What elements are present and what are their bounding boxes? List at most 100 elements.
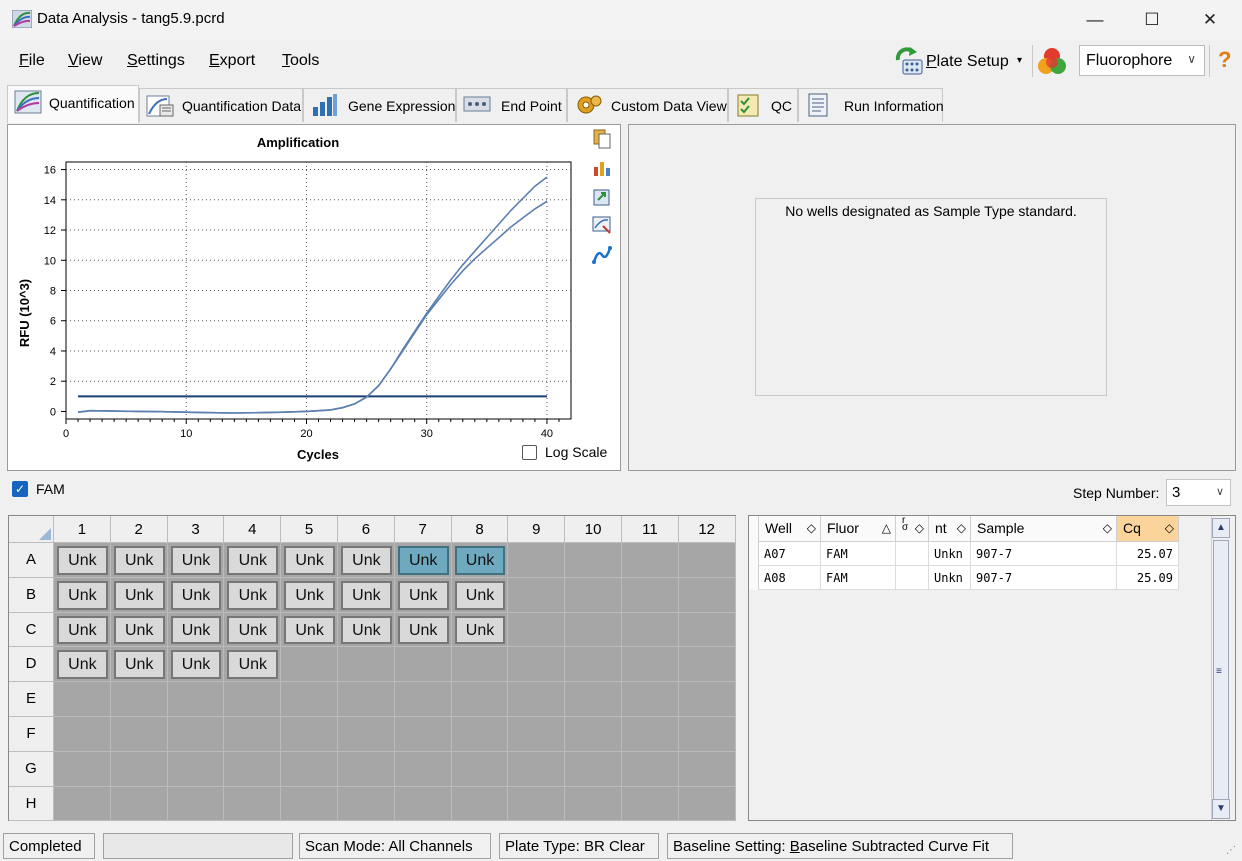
sort-icon[interactable]: ◇ — [807, 521, 816, 535]
plate-column-header[interactable]: 4 — [224, 516, 282, 543]
plate-column-header[interactable]: 11 — [622, 516, 679, 543]
table-cell-cq[interactable]: 25.09 — [1117, 566, 1179, 590]
plate-well[interactable]: Unk — [113, 546, 165, 575]
plate-well[interactable]: Unk — [57, 580, 108, 610]
plate-cell[interactable] — [622, 786, 679, 822]
plate-well[interactable]: Unk — [170, 546, 222, 575]
plate-well[interactable]: Unk — [170, 615, 222, 645]
table-cell-target[interactable] — [896, 566, 929, 590]
export-chart-icon[interactable] — [592, 187, 612, 207]
plate-cell[interactable] — [678, 577, 736, 613]
plate-well[interactable]: Unk — [113, 580, 165, 610]
table-cell-content[interactable]: Unkn — [929, 542, 971, 566]
plate-cell[interactable] — [508, 577, 566, 613]
log-scale-checkbox[interactable] — [522, 445, 537, 460]
plate-well[interactable]: Unk — [454, 546, 506, 575]
table-cell-sample[interactable]: 907-7 — [971, 542, 1117, 566]
plate-well[interactable]: Unk — [284, 546, 335, 575]
plate-cell[interactable] — [508, 647, 566, 683]
table-cell-fluor[interactable]: FAM — [821, 566, 896, 590]
table-header-sample[interactable]: Sample ◇ — [971, 516, 1117, 542]
plate-cell[interactable] — [394, 682, 452, 717]
plate-cell[interactable] — [110, 717, 168, 752]
plate-cell[interactable] — [338, 682, 395, 717]
menu-export[interactable]: Export — [209, 52, 255, 70]
table-row-selector[interactable] — [749, 516, 759, 590]
plate-cell[interactable] — [281, 717, 338, 752]
plate-column-header[interactable]: 12 — [678, 516, 736, 543]
plate-cell[interactable] — [565, 612, 622, 648]
plate-cell[interactable] — [622, 612, 679, 648]
plate-cell[interactable] — [451, 786, 509, 822]
plate-cell[interactable] — [110, 682, 168, 717]
plate-cell[interactable] — [167, 682, 225, 717]
plate-corner[interactable] — [9, 516, 54, 543]
sort-icon[interactable]: ◇ — [957, 521, 966, 535]
plate-cell[interactable] — [110, 786, 168, 822]
copy-chart-icon[interactable] — [592, 129, 612, 149]
curve-style-icon[interactable] — [592, 245, 612, 265]
plate-cell[interactable] — [622, 751, 679, 787]
plate-column-header[interactable]: 9 — [508, 516, 566, 543]
zoom-chart-icon[interactable] — [592, 215, 612, 235]
plate-well[interactable]: Unk — [57, 546, 108, 575]
plate-cell[interactable] — [394, 647, 452, 683]
plate-well[interactable]: Unk — [113, 615, 165, 645]
tab-qc[interactable]: QC — [728, 88, 798, 122]
plate-cell[interactable] — [508, 751, 566, 787]
table-cell-content[interactable]: Unkn — [929, 566, 971, 590]
plate-cell[interactable] — [565, 751, 622, 787]
amplification-chart[interactable]: Amplification Cycles RFU (10^3) 0 10 20 30 4… — [8, 125, 588, 470]
help-icon[interactable]: ? — [1218, 47, 1231, 73]
plate-column-header[interactable]: 3 — [167, 516, 225, 543]
plate-row-header[interactable]: E — [9, 682, 54, 717]
plate-row-header[interactable]: D — [9, 647, 54, 683]
plate-well[interactable]: Unk — [57, 615, 108, 645]
table-header-content[interactable]: nt ◇ — [929, 516, 971, 542]
plate-well[interactable]: Unk — [454, 580, 506, 610]
tab-run-information[interactable]: Run Information — [798, 88, 944, 122]
plate-cell[interactable] — [508, 786, 566, 822]
table-scrollbar[interactable]: ▲ ≡ ▼ — [1211, 516, 1231, 820]
plate-cell[interactable] — [224, 682, 282, 717]
plate-cell[interactable] — [224, 717, 282, 752]
tab-custom-data-view[interactable]: Custom Data View — [567, 88, 728, 122]
plate-cell[interactable] — [508, 543, 566, 578]
plate-cell[interactable] — [678, 682, 736, 717]
menu-view[interactable]: View — [68, 52, 102, 70]
plate-cell[interactable] — [622, 682, 679, 717]
menu-file[interactable]: File — [19, 52, 45, 70]
plate-cell[interactable] — [281, 751, 338, 787]
table-header-target[interactable]: r σ ◇ — [896, 516, 929, 542]
table-cell-fluor[interactable]: FAM — [821, 542, 896, 566]
plate-cell[interactable] — [565, 786, 622, 822]
plate-row-header[interactable]: F — [9, 717, 54, 752]
plate-setup-button[interactable]: Plate Setup ▾ — [892, 46, 1032, 78]
plate-cell[interactable] — [622, 543, 679, 578]
plate-cell[interactable] — [394, 717, 452, 752]
menu-settings[interactable]: Settings — [127, 52, 185, 70]
plate-well[interactable]: Unk — [341, 580, 392, 610]
table-header-fluor[interactable]: Fluor △ — [821, 516, 896, 542]
fam-checkbox[interactable]: ✓ — [12, 481, 28, 497]
plate-row-header[interactable]: A — [9, 543, 54, 578]
tab-quantification-data[interactable]: Quantification Data — [139, 88, 303, 122]
plate-well[interactable]: Unk — [227, 615, 279, 645]
plate-well[interactable]: Unk — [341, 615, 392, 645]
plate-cell[interactable] — [338, 717, 395, 752]
plate-cell[interactable] — [54, 682, 111, 717]
plate-cell[interactable] — [678, 543, 736, 578]
plate-cell[interactable] — [451, 717, 509, 752]
plate-cell[interactable] — [54, 786, 111, 822]
tab-quantification[interactable]: Quantification — [7, 85, 139, 123]
plate-column-header[interactable]: 5 — [281, 516, 338, 543]
plate-cell[interactable] — [678, 786, 736, 822]
step-number-select[interactable]: 3 ∨ — [1166, 479, 1231, 506]
plate-cell[interactable] — [110, 751, 168, 787]
plate-column-header[interactable]: 10 — [565, 516, 622, 543]
sort-icon[interactable]: ◇ — [1103, 521, 1112, 535]
plate-well[interactable]: Unk — [170, 650, 222, 680]
plate-column-header[interactable]: 8 — [451, 516, 509, 543]
minimize-button[interactable]: — — [1066, 0, 1124, 40]
plate-well[interactable]: Unk — [227, 650, 279, 680]
